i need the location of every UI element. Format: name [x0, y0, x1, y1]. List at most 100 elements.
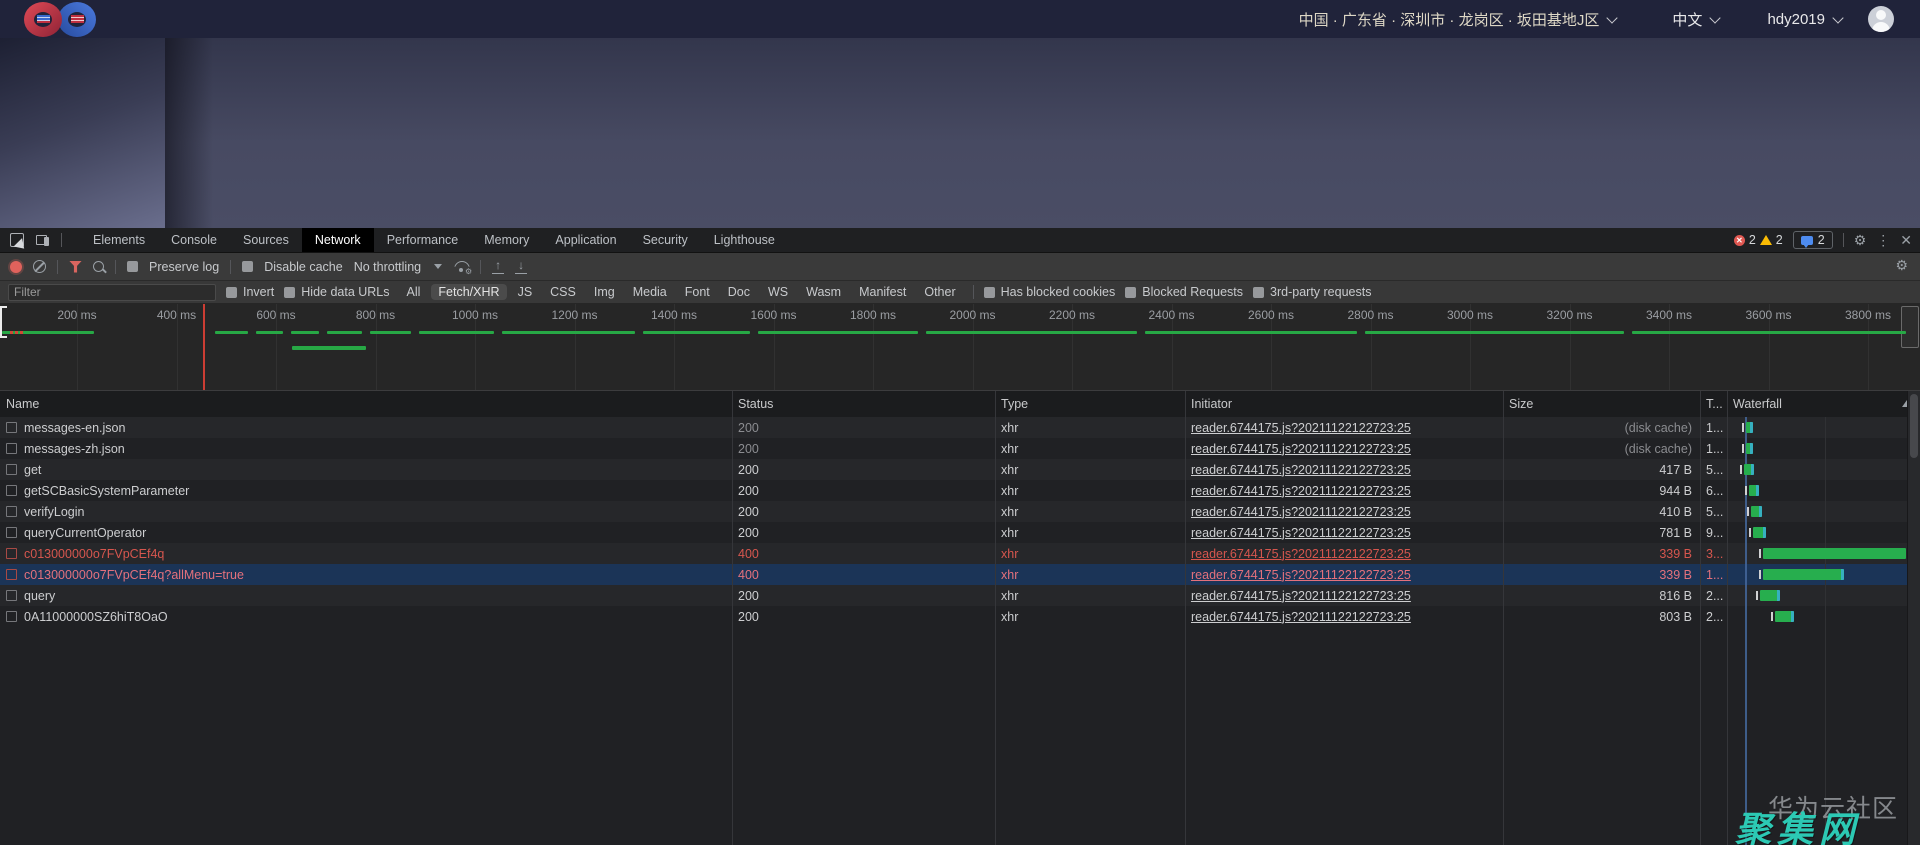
- hide-data-urls-checkbox[interactable]: [284, 287, 295, 298]
- request-name[interactable]: query: [24, 589, 55, 603]
- pill-doc[interactable]: Doc: [721, 284, 757, 300]
- kebab-menu-icon[interactable]: ⋮: [1876, 233, 1890, 247]
- table-row[interactable]: c013000000o7FVpCEf4q?allMenu=true400xhrr…: [0, 564, 1920, 585]
- timeline-overview[interactable]: 200 ms400 ms600 ms800 ms1000 ms1200 ms14…: [0, 304, 1920, 391]
- tab-application[interactable]: Application: [542, 228, 629, 252]
- cell-name[interactable]: messages-zh.json: [0, 442, 732, 456]
- request-name[interactable]: getSCBasicSystemParameter: [24, 484, 189, 498]
- row-checkbox[interactable]: [6, 527, 17, 538]
- invert-checkbox[interactable]: [226, 287, 237, 298]
- cell-name[interactable]: messages-en.json: [0, 421, 732, 435]
- pill-media[interactable]: Media: [626, 284, 674, 300]
- throttling-select[interactable]: No throttling: [354, 260, 421, 274]
- cell-name[interactable]: getSCBasicSystemParameter: [0, 484, 732, 498]
- column-header-status[interactable]: Status: [732, 391, 995, 417]
- tab-sources[interactable]: Sources: [230, 228, 302, 252]
- table-row[interactable]: queryCurrentOperator200xhrreader.6744175…: [0, 522, 1920, 543]
- username-menu[interactable]: hdy2019: [1767, 11, 1825, 28]
- tab-performance[interactable]: Performance: [374, 228, 472, 252]
- device-toolbar-icon[interactable]: [36, 235, 49, 246]
- request-name[interactable]: messages-en.json: [24, 421, 125, 435]
- inspect-element-icon[interactable]: [10, 233, 24, 247]
- tab-network[interactable]: Network: [302, 228, 374, 252]
- chevron-down-icon[interactable]: [1710, 12, 1721, 23]
- request-name[interactable]: 0A11000000SZ6hiT8OaO: [24, 610, 168, 624]
- record-button[interactable]: [10, 261, 22, 273]
- request-name[interactable]: verifyLogin: [24, 505, 84, 519]
- pill-fetch-xhr[interactable]: Fetch/XHR: [431, 284, 506, 300]
- pill-js[interactable]: JS: [511, 284, 540, 300]
- row-checkbox[interactable]: [6, 548, 17, 559]
- cell-name[interactable]: query: [0, 589, 732, 603]
- column-header-type[interactable]: Type: [995, 391, 1185, 417]
- row-checkbox[interactable]: [6, 443, 17, 454]
- initiator-link[interactable]: reader.6744175.js?20211122122723:25: [1191, 463, 1411, 477]
- table-row[interactable]: messages-en.json200xhrreader.6744175.js?…: [0, 417, 1920, 438]
- table-row[interactable]: messages-zh.json200xhrreader.6744175.js?…: [0, 438, 1920, 459]
- pill-wasm[interactable]: Wasm: [799, 284, 848, 300]
- table-row[interactable]: verifyLogin200xhrreader.6744175.js?20211…: [0, 501, 1920, 522]
- table-row[interactable]: query200xhrreader.6744175.js?20211122122…: [0, 585, 1920, 606]
- initiator-link[interactable]: reader.6744175.js?20211122122723:25: [1191, 589, 1411, 603]
- row-checkbox[interactable]: [6, 422, 17, 433]
- pill-css[interactable]: CSS: [543, 284, 583, 300]
- initiator-link[interactable]: reader.6744175.js?20211122122723:25: [1191, 547, 1411, 561]
- table-row[interactable]: c013000000o7FVpCEf4q400xhrreader.6744175…: [0, 543, 1920, 564]
- issues-button[interactable]: 2: [1793, 231, 1833, 249]
- pill-all[interactable]: All: [400, 284, 428, 300]
- row-checkbox[interactable]: [6, 590, 17, 601]
- tab-memory[interactable]: Memory: [471, 228, 542, 252]
- request-name[interactable]: queryCurrentOperator: [24, 526, 146, 540]
- row-checkbox[interactable]: [6, 485, 17, 496]
- request-name[interactable]: messages-zh.json: [24, 442, 125, 456]
- table-row[interactable]: getSCBasicSystemParameter200xhrreader.67…: [0, 480, 1920, 501]
- initiator-link[interactable]: reader.6744175.js?20211122122723:25: [1191, 484, 1411, 498]
- request-name[interactable]: c013000000o7FVpCEf4q?allMenu=true: [24, 568, 244, 582]
- settings-gear-icon[interactable]: ⚙: [1854, 233, 1867, 247]
- cell-name[interactable]: c013000000o7FVpCEf4q?allMenu=true: [0, 568, 732, 582]
- avatar[interactable]: [1868, 6, 1894, 32]
- tab-console[interactable]: Console: [158, 228, 230, 252]
- request-name[interactable]: c013000000o7FVpCEf4q: [24, 547, 164, 561]
- third-party-requests-checkbox[interactable]: [1253, 287, 1264, 298]
- column-header-initiator[interactable]: Initiator: [1185, 391, 1503, 417]
- column-header-size[interactable]: Size: [1503, 391, 1700, 417]
- disable-cache-checkbox[interactable]: [242, 261, 253, 272]
- row-checkbox[interactable]: [6, 569, 17, 580]
- language-selector[interactable]: 中文: [1672, 9, 1702, 30]
- chevron-down-icon[interactable]: [1607, 12, 1618, 23]
- vertical-scrollbar[interactable]: [1907, 391, 1920, 845]
- search-icon[interactable]: [93, 261, 104, 272]
- filter-toggle-icon[interactable]: [69, 261, 82, 273]
- initiator-link[interactable]: reader.6744175.js?20211122122723:25: [1191, 442, 1411, 456]
- cell-name[interactable]: 0A11000000SZ6hiT8OaO: [0, 610, 732, 624]
- initiator-link[interactable]: reader.6744175.js?20211122122723:25: [1191, 505, 1411, 519]
- row-checkbox[interactable]: [6, 464, 17, 475]
- has-blocked-cookies-checkbox[interactable]: [984, 287, 995, 298]
- pill-other[interactable]: Other: [917, 284, 962, 300]
- overview-scroll-thumb[interactable]: [1901, 306, 1919, 348]
- scrollbar-thumb[interactable]: [1910, 394, 1918, 458]
- cell-name[interactable]: get: [0, 463, 732, 477]
- tab-elements[interactable]: Elements: [80, 228, 158, 252]
- table-row[interactable]: 0A11000000SZ6hiT8OaO200xhrreader.6744175…: [0, 606, 1920, 627]
- cell-name[interactable]: c013000000o7FVpCEf4q: [0, 547, 732, 561]
- row-checkbox[interactable]: [6, 611, 17, 622]
- import-har-icon[interactable]: ↑: [492, 260, 504, 274]
- blocked-requests-checkbox[interactable]: [1125, 287, 1136, 298]
- initiator-link[interactable]: reader.6744175.js?20211122122723:25: [1191, 526, 1411, 540]
- pill-manifest[interactable]: Manifest: [852, 284, 913, 300]
- initiator-link[interactable]: reader.6744175.js?20211122122723:25: [1191, 568, 1411, 582]
- error-badge[interactable]: ✕ 2 2: [1734, 233, 1783, 247]
- row-checkbox[interactable]: [6, 506, 17, 517]
- filter-input[interactable]: [8, 284, 216, 301]
- column-header-waterfall[interactable]: Waterfall: [1727, 391, 1920, 417]
- initiator-link[interactable]: reader.6744175.js?20211122122723:25: [1191, 610, 1411, 624]
- preserve-log-checkbox[interactable]: [127, 261, 138, 272]
- pill-img[interactable]: Img: [587, 284, 622, 300]
- location-selector[interactable]: 中国 · 广东省 · 深圳市 · 龙岗区 · 坂田基地J区: [1299, 9, 1600, 30]
- tab-lighthouse[interactable]: Lighthouse: [701, 228, 788, 252]
- table-row[interactable]: get200xhrreader.6744175.js?2021112212272…: [0, 459, 1920, 480]
- close-devtools-icon[interactable]: ✕: [1900, 233, 1912, 247]
- export-har-icon[interactable]: ↓: [515, 260, 527, 274]
